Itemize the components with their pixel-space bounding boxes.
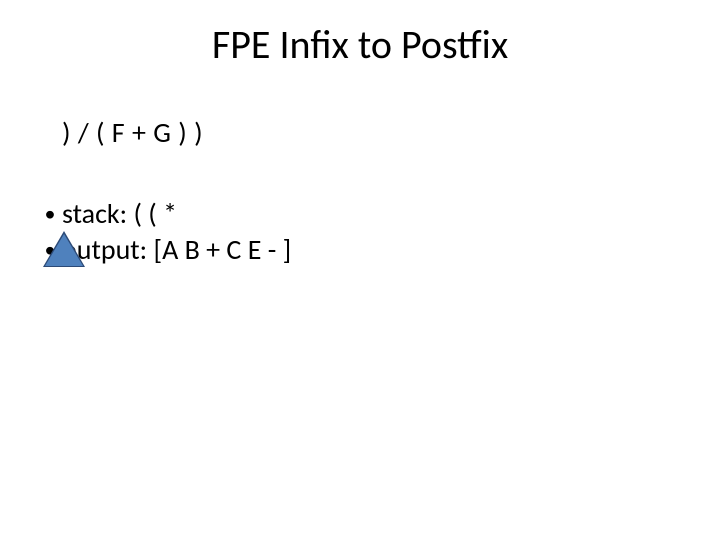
stack-text: stack: ( ( *: [62, 196, 177, 232]
bullet-dot-icon: •: [38, 200, 62, 229]
triangle-marker-icon: [45, 234, 83, 266]
output-text: output: [A B + C E - ]: [62, 232, 291, 268]
bullet-stack: • stack: ( ( *: [38, 196, 291, 232]
slide-title: FPE Infix to Postfix: [0, 20, 720, 69]
infix-expression: ) / ( F + G ) ): [62, 115, 203, 150]
slide: FPE Infix to Postfix ) / ( F + G ) ) • s…: [0, 0, 720, 540]
